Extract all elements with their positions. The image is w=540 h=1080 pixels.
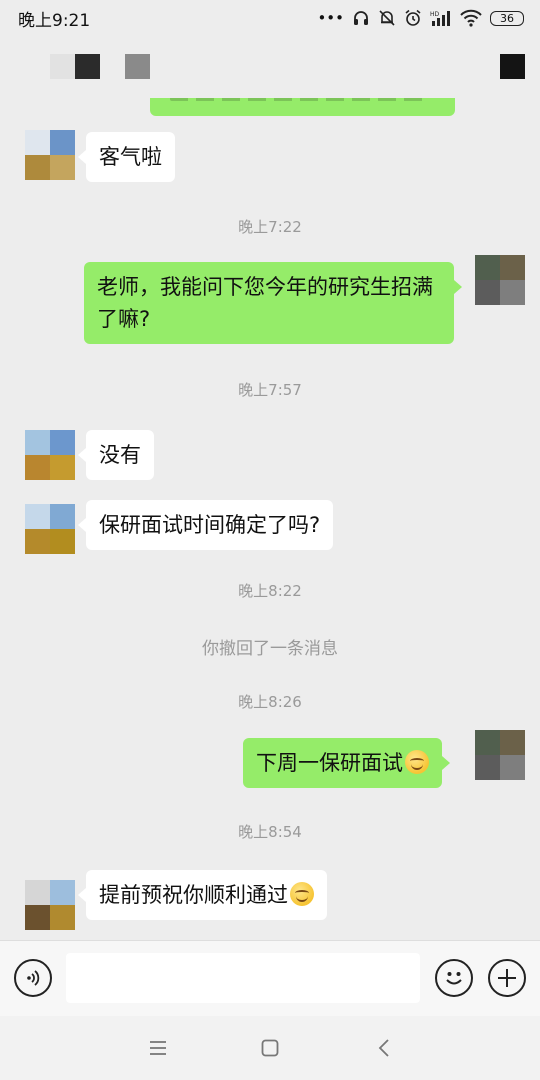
message-text: 没有 [99,443,141,467]
smile-emoji-icon [405,750,429,774]
battery-level: 36 [500,11,514,25]
my-avatar[interactable] [475,730,525,780]
svg-text:HD: HD [430,11,440,18]
more-dots-icon: ••• [317,9,344,27]
chat-header [0,36,540,98]
wifi-icon [460,9,482,27]
contact-avatar[interactable] [25,504,75,554]
recall-notice: 你撤回了一条消息 [202,639,338,659]
emoji-icon[interactable] [435,959,473,997]
input-bar [0,940,540,1016]
timestamp: 晚上8:26 [238,693,302,711]
partial-outgoing-bubble[interactable] [150,98,455,116]
outgoing-message-bubble[interactable]: 老师，我能问下您今年的研究生招满了嘛? [84,262,462,344]
outgoing-message-bubble[interactable]: 下周一保研面试 [243,738,450,788]
headphones-icon [354,11,368,25]
incoming-message-bubble[interactable]: 提前预祝你顺利通过 [78,870,327,920]
system-nav-bar [0,1016,540,1080]
timestamp: 晚上7:22 [238,218,302,236]
voice-icon[interactable] [14,959,52,997]
smile-emoji-icon [290,882,314,906]
back-icon[interactable] [372,1036,396,1060]
plus-icon[interactable] [488,959,526,997]
incoming-message-bubble[interactable]: 保研面试时间确定了吗? [77,500,334,550]
contact-avatar[interactable] [25,130,75,180]
status-icons: ••• HD 36 [317,9,524,27]
timestamp: 晚上7:57 [238,381,302,399]
hd-signal-icon: HD [430,11,450,26]
contact-avatar[interactable] [25,880,75,930]
message-input[interactable] [66,953,420,1003]
status-bar: 晚上9:21 ••• HD 36 [0,0,540,36]
message-text: 保研面试时间确定了吗? [99,513,321,537]
home-icon[interactable] [258,1036,282,1060]
contact-avatar[interactable] [25,430,75,480]
message-text: 提前预祝你顺利通过 [99,883,288,907]
incoming-message-bubble[interactable]: 客气啦 [78,132,175,182]
more-options-icon[interactable] [500,54,525,79]
timestamp: 晚上8:54 [238,823,302,841]
battery-icon: 36 [490,10,524,26]
status-time: 晚上9:21 [18,10,91,31]
mute-bell-icon [379,10,395,26]
my-avatar[interactable] [475,255,525,305]
incoming-message-bubble[interactable]: 没有 [78,430,154,480]
message-text: 老师，我能问下您今年的研究生招满了嘛? [97,275,433,331]
timestamp: 晚上8:22 [238,582,302,600]
message-text: 客气啦 [99,145,162,169]
chat-message-list[interactable]: 客气啦 晚上7:22 老师，我能问下您今年的研究生招满了嘛? 晚上7:57 没有… [0,98,540,940]
alarm-icon [405,9,421,26]
menu-icon[interactable] [146,1036,170,1060]
message-text: 下周一保研面试 [256,751,403,775]
